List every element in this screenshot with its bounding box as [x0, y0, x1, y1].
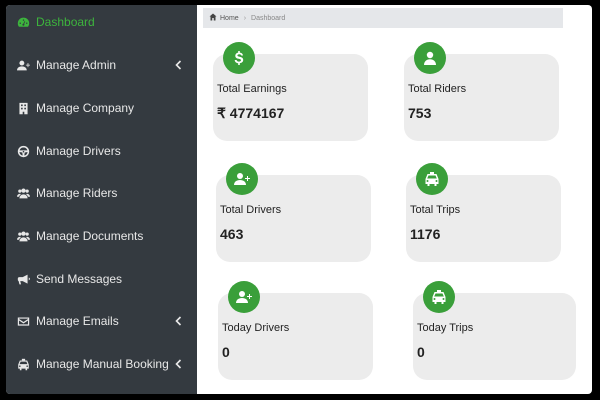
sidebar-item-manage-emails[interactable]: Manage Emails [6, 306, 197, 336]
stat-card-value: 463 [220, 226, 244, 242]
stat-card-value: 1176 [410, 226, 441, 242]
taxi-icon [416, 163, 448, 195]
stat-card-label: Total Earnings [217, 83, 287, 95]
stat-card-value: ₹ 4774167 [217, 105, 285, 121]
stat-card-value: 0 [222, 344, 230, 360]
stat-card-total-drivers[interactable]: Total Drivers 463 [216, 163, 371, 262]
chevron-left-icon[interactable] [173, 314, 183, 328]
stat-card-total-earnings[interactable]: Total Earnings ₹ 4774167 [213, 42, 368, 141]
users-icon [16, 186, 30, 200]
building-icon [16, 101, 30, 115]
stat-card-label: Total Riders [408, 83, 467, 95]
device-frame: Dashboard Manage Admin Manage Company Ma… [0, 0, 600, 400]
sidebar-item-manage-drivers[interactable]: Manage Drivers [6, 136, 197, 166]
sidebar-item-label: Manage Riders [36, 186, 118, 200]
sidebar-item-label: Dashboard [36, 15, 95, 29]
sidebar-item-send-messages[interactable]: Send Messages [6, 264, 197, 294]
user-plus-icon [16, 58, 30, 72]
stat-card-value: 753 [408, 105, 432, 121]
sidebar-item-manage-manual-booking[interactable]: Manage Manual Booking [6, 349, 197, 379]
stat-card-today-trips[interactable]: Today Trips 0 [413, 281, 576, 380]
stat-card-value: 0 [417, 344, 425, 360]
megaphone-icon [16, 272, 30, 286]
stat-card-label: Today Trips [417, 322, 474, 334]
taxi-icon [423, 281, 455, 313]
stat-card-label: Total Drivers [220, 204, 282, 216]
sidebar-item-label: Manage Company [36, 101, 135, 115]
taxi-icon [16, 357, 30, 371]
dollar-icon [223, 42, 255, 74]
users-icon [16, 229, 30, 243]
stat-card-today-drivers[interactable]: Today Drivers 0 [218, 281, 373, 380]
stat-card-label: Today Drivers [222, 322, 290, 334]
sidebar-item-label: Manage Documents [36, 229, 144, 243]
breadcrumb: Home › Dashboard [203, 8, 563, 28]
dashboard-icon [16, 15, 30, 29]
user-plus-icon [228, 281, 260, 313]
stat-card-label: Total Trips [410, 204, 461, 216]
sidebar-item-label: Send Messages [36, 272, 123, 286]
breadcrumb-home-link[interactable]: Home [220, 15, 239, 22]
envelope-icon [16, 314, 30, 328]
sidebar-item-label: Manage Admin [36, 58, 117, 72]
sidebar-item-label: Manage Emails [36, 314, 119, 328]
user-icon [414, 42, 446, 74]
breadcrumb-current: Dashboard [251, 14, 286, 22]
home-icon [209, 13, 220, 23]
sidebar-item-dashboard[interactable]: Dashboard [6, 7, 197, 37]
breadcrumb-separator: › [243, 14, 247, 22]
steering-wheel-icon [16, 144, 30, 158]
chevron-left-icon[interactable] [173, 357, 183, 371]
stat-card-total-trips[interactable]: Total Trips 1176 [406, 163, 561, 262]
sidebar-item-manage-company[interactable]: Manage Company [6, 93, 197, 123]
sidebar: Dashboard Manage Admin Manage Company Ma… [6, 5, 197, 394]
sidebar-item-manage-documents[interactable]: Manage Documents [6, 221, 197, 251]
sidebar-item-label: Manage Drivers [36, 144, 121, 158]
chevron-left-icon[interactable] [173, 58, 183, 72]
sidebar-item-manage-admin[interactable]: Manage Admin [6, 50, 197, 80]
sidebar-item-manage-riders[interactable]: Manage Riders [6, 178, 197, 208]
app-screen: Dashboard Manage Admin Manage Company Ma… [6, 5, 592, 394]
stat-card-total-riders[interactable]: Total Riders 753 [404, 42, 559, 141]
user-plus-icon [226, 163, 258, 195]
sidebar-item-label: Manage Manual Booking [36, 357, 169, 371]
